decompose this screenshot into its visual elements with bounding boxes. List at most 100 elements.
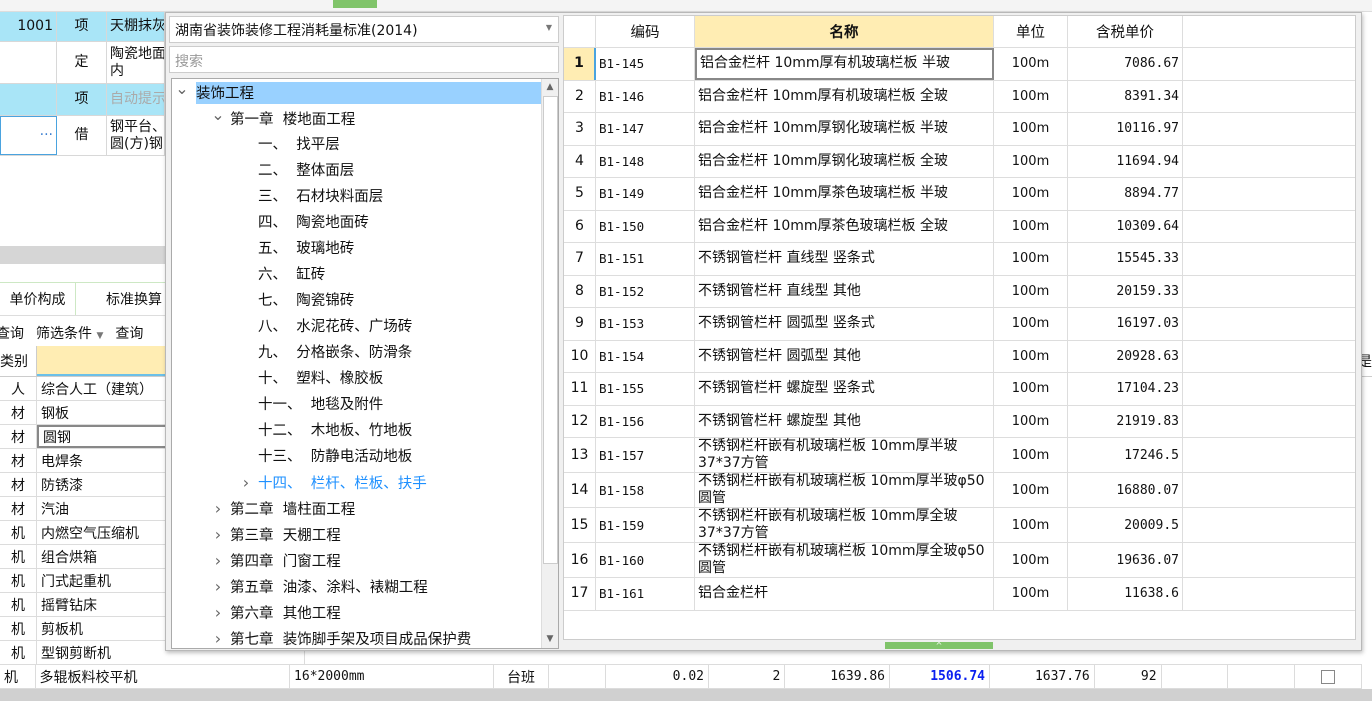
tree-item[interactable]: 六、 缸砖	[234, 264, 325, 286]
tree-item[interactable]: › 第七章 装饰脚手架及项目成品保护费	[206, 628, 471, 648]
tree-item[interactable]: › 第三章 天棚工程	[206, 524, 341, 546]
grid-row[interactable]: 1 B1-145 铝合金栏杆 10mm厚有机玻璃栏板 半玻 100m 7086.67	[564, 48, 1355, 81]
top-table-row[interactable]: 项自动提示	[0, 84, 165, 116]
grid-row[interactable]: 6 B1-150 铝合金栏杆 10mm厚茶色玻璃栏板 全玻 100m 10309.64	[564, 210, 1355, 243]
row-name[interactable]: 不锈钢栏杆嵌有机玻璃栏板 10mm厚半玻37*37方管	[695, 438, 994, 472]
header-unit[interactable]: 单位	[994, 16, 1068, 47]
header-name[interactable]: 名称	[695, 16, 994, 47]
search-input[interactable]: 搜索	[169, 46, 559, 73]
row-name[interactable]: 铝合金栏杆 10mm厚茶色玻璃栏板 半玻	[695, 178, 994, 210]
scroll-down-icon[interactable]: ▼	[542, 631, 558, 648]
row-name[interactable]: 铝合金栏杆 10mm厚钢化玻璃栏板 半玻	[695, 113, 994, 145]
resource-row[interactable]: 机多辊板料校平机 16*2000mm 台班 0.02 2 1639.86 1506.74 16…	[0, 665, 1362, 689]
tree-item[interactable]: ⌄ 装饰工程	[175, 79, 542, 104]
row-unit: 100m	[994, 48, 1068, 80]
library-select[interactable]: 湖南省装饰装修工程消耗量标准(2014) ▼	[169, 16, 559, 43]
row-name[interactable]: 不锈钢管栏杆 直线型 竖条式	[695, 243, 994, 275]
row-name[interactable]: 不锈钢管栏杆 螺旋型 竖条式	[695, 373, 994, 405]
tree-item[interactable]: 十一、 地毯及附件	[234, 394, 383, 416]
chevron-right-icon[interactable]: ›	[206, 576, 230, 598]
grid-row[interactable]: 17 B1-161 铝合金栏杆 100m 11638.6	[564, 578, 1355, 611]
tab-unit-price[interactable]: 单价构成	[0, 283, 76, 315]
query-button-2[interactable]: 查询	[115, 323, 143, 343]
grid-row[interactable]: 13 B1-157 不锈钢栏杆嵌有机玻璃栏板 10mm厚半玻37*37方管 100m 1…	[564, 438, 1355, 473]
chevron-right-icon[interactable]: ›	[206, 602, 230, 624]
grid-row[interactable]: 5 B1-149 铝合金栏杆 10mm厚茶色玻璃栏板 半玻 100m 8894.77	[564, 178, 1355, 211]
chevron-right-icon[interactable]: ›	[206, 524, 230, 546]
tree-item[interactable]: › 第四章 门窗工程	[206, 550, 341, 572]
header-category[interactable]: 类别	[0, 346, 37, 376]
grid-row[interactable]: 8 B1-152 不锈钢管栏杆 直线型 其他 100m 20159.33	[564, 275, 1355, 308]
collapse-grip[interactable]: ^	[885, 642, 993, 650]
row-name[interactable]: 铝合金栏杆	[695, 578, 994, 610]
grid-row[interactable]: 12 B1-156 不锈钢管栏杆 螺旋型 其他 100m 21919.83	[564, 405, 1355, 438]
row-name[interactable]: 铝合金栏杆 10mm厚钢化玻璃栏板 全玻	[695, 145, 994, 177]
top-table-row[interactable]: 定陶瓷地面 内	[0, 42, 165, 84]
tree-item-label: 三、 石材块料面层	[258, 189, 384, 205]
row-name[interactable]: 不锈钢栏杆嵌有机玻璃栏板 10mm厚全玻37*37方管	[695, 508, 994, 542]
tree-item[interactable]: › 十四、 栏杆、栏板、扶手	[234, 472, 427, 494]
row-name[interactable]: 不锈钢管栏杆 圆弧型 竖条式	[695, 308, 994, 340]
row-price: 8391.34	[1068, 80, 1183, 112]
grid-row[interactable]: 3 B1-147 铝合金栏杆 10mm厚钢化玻璃栏板 半玻 100m 10116.97	[564, 113, 1355, 146]
tree-item[interactable]: 一、 找平层	[234, 134, 340, 156]
tree-item[interactable]: › 第二章 墙柱面工程	[206, 498, 355, 520]
tree-item[interactable]: 八、 水泥花砖、广场砖	[234, 316, 412, 338]
chevron-right-icon[interactable]: ›	[234, 472, 258, 494]
row-name[interactable]: 铝合金栏杆 10mm厚茶色玻璃栏板 全玻	[695, 210, 994, 242]
tab-standard-conversion[interactable]: 标准换算	[76, 283, 162, 315]
tree-item[interactable]: 二、 整体面层	[234, 160, 354, 182]
tree-scrollbar[interactable]: ▲ ▼	[541, 79, 558, 648]
splitter-bar[interactable]	[0, 246, 165, 264]
tree-item[interactable]: ⌄ 第一章 楼地面工程	[206, 105, 355, 130]
chevron-down-icon[interactable]: ⌄	[172, 79, 194, 100]
tree-item[interactable]: 四、 陶瓷地面砖	[234, 212, 369, 234]
row-name[interactable]: 不锈钢管栏杆 直线型 其他	[695, 275, 994, 307]
row-category: 材	[0, 449, 37, 472]
status-bar	[0, 689, 1372, 701]
row-unit: 100m	[994, 340, 1068, 372]
top-table-row[interactable]: 1001 项天棚抹灰	[0, 12, 165, 42]
checkbox[interactable]	[1295, 665, 1362, 688]
grid-row[interactable]: 14 B1-158 不锈钢栏杆嵌有机玻璃栏板 10mm厚半玻φ50圆管 100m 168…	[564, 473, 1355, 508]
tree-item[interactable]: 十二、 木地板、竹地板	[234, 420, 412, 442]
tree-item[interactable]: › 第六章 其他工程	[206, 602, 341, 624]
scroll-up-icon[interactable]: ▲	[542, 79, 558, 96]
tree-item[interactable]: 十、 塑料、橡胶板	[234, 368, 383, 390]
scroll-thumb[interactable]	[543, 96, 558, 564]
row-name[interactable]: 不锈钢栏杆嵌有机玻璃栏板 10mm厚半玻φ50圆管	[695, 473, 994, 507]
row-name[interactable]: 不锈钢管栏杆 圆弧型 其他	[695, 340, 994, 372]
header-code[interactable]: 编码	[596, 16, 695, 47]
chevron-right-icon[interactable]: ›	[206, 498, 230, 520]
tree-item[interactable]: 七、 陶瓷锦砖	[234, 290, 354, 312]
grid-row[interactable]: 9 B1-153 不锈钢管栏杆 圆弧型 竖条式 100m 16197.03	[564, 308, 1355, 341]
grid-row[interactable]: 10 B1-154 不锈钢管栏杆 圆弧型 其他 100m 20928.63	[564, 340, 1355, 373]
grid-row[interactable]: 15 B1-159 不锈钢栏杆嵌有机玻璃栏板 10mm厚全玻37*37方管 100m 2…	[564, 508, 1355, 543]
query-button[interactable]: 查询	[0, 323, 24, 343]
row-name[interactable]: 铝合金栏杆 10mm厚有机玻璃栏板 半玻	[695, 48, 994, 80]
row-cat: 机	[0, 665, 36, 688]
tree-item[interactable]: › 第五章 油漆、涂料、裱糊工程	[206, 576, 428, 598]
row-qty: 0.02	[606, 665, 709, 688]
grid-row[interactable]: 4 B1-148 铝合金栏杆 10mm厚钢化玻璃栏板 全玻 100m 11694.94	[564, 145, 1355, 178]
tree-item[interactable]: 五、 玻璃地砖	[234, 238, 354, 260]
chevron-down-icon[interactable]: ⌄	[206, 104, 230, 126]
grid-row[interactable]: 7 B1-151 不锈钢管栏杆 直线型 竖条式 100m 15545.33	[564, 243, 1355, 276]
tree-item[interactable]: 九、 分格嵌条、防滑条	[234, 342, 412, 364]
tree-item[interactable]: 十三、 防静电活动地板	[234, 446, 412, 468]
row-name[interactable]: 铝合金栏杆 10mm厚有机玻璃栏板 全玻	[695, 80, 994, 112]
row-code: B1-145	[596, 48, 695, 80]
row-price: 21919.83	[1068, 405, 1183, 437]
row-name[interactable]: 不锈钢管栏杆 螺旋型 其他	[695, 405, 994, 437]
top-table-row[interactable]: ··· 借钢平台、 圆(方)钢	[0, 116, 165, 156]
chevron-right-icon[interactable]: ›	[206, 550, 230, 572]
chevron-right-icon[interactable]: ›	[206, 628, 230, 648]
grid-row[interactable]: 2 B1-146 铝合金栏杆 10mm厚有机玻璃栏板 全玻 100m 8391.34	[564, 80, 1355, 113]
header-price[interactable]: 含税单价	[1068, 16, 1183, 47]
filter-dropdown[interactable]: 筛选条件 ▼	[36, 323, 103, 343]
grid-row[interactable]: 16 B1-160 不锈钢栏杆嵌有机玻璃栏板 10mm厚全玻φ50圆管 100m 196…	[564, 543, 1355, 578]
checkbox-box[interactable]	[1321, 669, 1336, 684]
row-name[interactable]: 不锈钢栏杆嵌有机玻璃栏板 10mm厚全玻φ50圆管	[695, 543, 994, 577]
tree-item[interactable]: 三、 石材块料面层	[234, 186, 383, 208]
grid-row[interactable]: 11 B1-155 不锈钢管栏杆 螺旋型 竖条式 100m 17104.23	[564, 373, 1355, 406]
